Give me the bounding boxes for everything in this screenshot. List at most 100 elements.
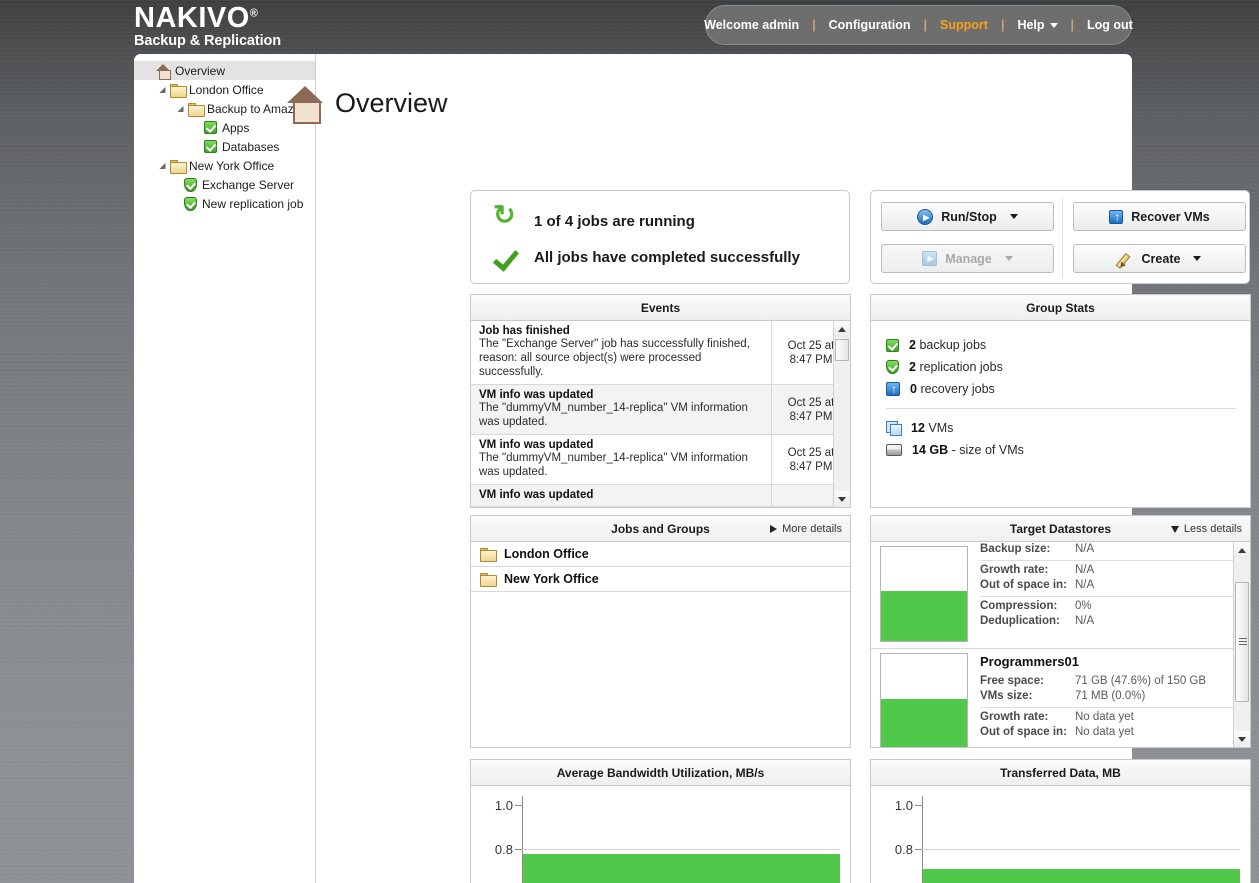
folder-icon [480, 573, 497, 587]
action-button-panel: Run/Stop Manage Recover VMs Create [870, 190, 1250, 284]
datastore-field: Out of space in: No data yet [980, 725, 1242, 740]
nav-log-out[interactable]: Log out [1074, 18, 1146, 32]
list-item[interactable]: Free space: 15 GB (46.8%) of 32 GB Backu… [871, 542, 1250, 649]
y-tick-label: 0.8 [494, 842, 513, 857]
jobs-and-groups-list: London Office New York Office [471, 542, 850, 747]
event-description: The "dummyVM_number_14-replica" VM infor… [479, 402, 748, 428]
datastore-field: Growth rate: N/A [980, 563, 1242, 578]
list-item[interactable]: New York Office [471, 567, 850, 592]
bar-series-transferred [923, 869, 1240, 883]
scroll-down-arrow-icon[interactable] [1234, 731, 1250, 747]
field-value: N/A [1075, 543, 1095, 555]
sidebar-item-label: London Office [189, 82, 264, 97]
event-title: Job has finished [479, 325, 570, 337]
folder-icon [187, 102, 205, 117]
logo-brand: NAKIVO® [134, 2, 259, 34]
table-row[interactable]: VM info was updated The "dummyVM_number_… [471, 385, 850, 435]
event-body: VM info was updated The "dummyVM_number_… [471, 385, 772, 434]
event-body: Job has finished The "Exchange Server" j… [471, 321, 772, 384]
triangle-right-icon [770, 525, 778, 533]
scroll-up-arrow-icon[interactable] [834, 321, 850, 337]
list-item[interactable]: London Office [471, 542, 850, 567]
tree-twisty-expanded-icon[interactable]: ◢ [156, 161, 169, 170]
datastore-info: Free space: 15 GB (46.8%) of 32 GB Backu… [980, 542, 1242, 642]
folder-icon [169, 159, 187, 174]
sidebar-item-exchange-server[interactable]: Exchange Server [134, 175, 315, 194]
bandwidth-chart-title: Average Bandwidth Utilization, MB/s [471, 760, 850, 786]
nav-help[interactable]: Help [1004, 18, 1070, 32]
recover-vms-label: Recover VMs [1131, 209, 1210, 224]
sidebar-item-overview[interactable]: Overview [134, 61, 315, 80]
field-key: Deduplication: [980, 615, 1060, 627]
sidebar-item-new-replication-job[interactable]: New replication job [134, 194, 315, 213]
scrollbar-grip [1239, 638, 1247, 646]
datastore-usage-gauge [880, 653, 968, 747]
app-window: Overview ◢ London Office ◢ Backup to Ama… [134, 54, 1251, 883]
target-datastores-title-text: Target Datastores [1009, 521, 1112, 536]
more-details-label: More details [782, 523, 842, 535]
nav-support[interactable]: Support [927, 18, 1001, 32]
sidebar-item-apps[interactable]: Apps [134, 118, 315, 137]
datastore-usage-fill [881, 699, 967, 747]
datastore-field: Growth rate: No data yet [980, 710, 1242, 725]
nav-configuration[interactable]: Configuration [816, 18, 924, 32]
table-row[interactable]: VM info was updated The "dummyVM_number_… [471, 435, 850, 485]
field-value: No data yet [1075, 726, 1134, 738]
tree-twisty-expanded-icon[interactable]: ◢ [156, 85, 169, 94]
less-details-toggle[interactable]: Less details [1170, 516, 1242, 542]
stat-label: backup jobs [919, 338, 987, 352]
stat-value: 2 [909, 360, 916, 374]
nav-welcome-admin[interactable]: Welcome admin [691, 18, 812, 32]
jobs-and-groups-title-text: Jobs and Groups [611, 521, 710, 536]
tree-twisty-expanded-icon[interactable]: ◢ [174, 104, 187, 113]
event-title: VM info was updated [479, 389, 594, 401]
y-tick-mark [515, 849, 522, 850]
chevron-down-icon [1009, 214, 1018, 219]
app-header: NAKIVO® Backup & Replication Welcome adm… [0, 0, 1259, 50]
status-running-text: 1 of 4 jobs are running [534, 212, 695, 230]
bandwidth-chart-panel: Average Bandwidth Utilization, MB/s 1.0 … [470, 759, 851, 883]
jobs-and-groups-panel: Jobs and Groups More details London Offi… [470, 515, 851, 748]
y-tick-label: 1.0 [494, 798, 513, 813]
datastore-field: VMs size: 71 MB (0.0%) [980, 689, 1242, 704]
events-list[interactable]: Job has finished The "Exchange Server" j… [471, 321, 850, 507]
events-panel: Events Job has finished The "Exchange Se… [470, 294, 851, 508]
transferred-data-chart-panel: Transferred Data, MB 1.0 0.8 0.6 0.4 [870, 759, 1251, 883]
datastore-field-group: Compression: 0% Deduplication: N/A [980, 596, 1242, 632]
manage-button[interactable]: Manage [881, 244, 1054, 273]
create-button[interactable]: Create [1073, 244, 1246, 273]
scroll-up-arrow-icon[interactable] [1234, 542, 1250, 558]
page-title: Overview [287, 86, 448, 124]
stat-vms: 12 VMs [886, 417, 1250, 439]
run-stop-button[interactable]: Run/Stop [881, 202, 1054, 231]
events-scrollbar[interactable] [833, 321, 850, 507]
group-stats-panel-title: Group Stats [871, 295, 1250, 321]
sidebar-item-new-york-office[interactable]: ◢ New York Office [134, 156, 315, 175]
scrollbar-thumb[interactable] [1235, 582, 1249, 702]
event-body: VM info was updated [471, 485, 772, 506]
datastore-name: Programmers01 [980, 654, 1079, 669]
check-icon [202, 140, 219, 154]
shield-icon [886, 360, 899, 374]
table-row[interactable]: Job has finished The "Exchange Server" j… [471, 321, 850, 385]
sidebar-item-databases[interactable]: Databases [134, 137, 315, 156]
event-title: VM info was updated [479, 439, 594, 451]
folder-icon [169, 83, 187, 98]
field-key: Out of space in: [980, 579, 1067, 591]
datastore-field-group: Free space: 71 GB (47.6%) of 150 GB VMs … [980, 672, 1242, 707]
field-key: Free space: [980, 675, 1044, 687]
group-stats-title-text: Group Stats [1026, 300, 1095, 315]
y-tick-label: 0.8 [894, 842, 913, 857]
list-item[interactable]: Programmers01 Free space: 71 GB (47.6%) … [871, 649, 1250, 747]
stat-value: 2 [909, 338, 916, 352]
datastore-field: Compression: 0% [980, 599, 1242, 614]
stat-value: 12 [911, 421, 925, 435]
datastore-list[interactable]: Free space: 15 GB (46.8%) of 32 GB Backu… [871, 542, 1250, 747]
scrollbar-thumb[interactable] [835, 339, 849, 361]
scroll-down-arrow-icon[interactable] [834, 491, 850, 507]
more-details-toggle[interactable]: More details [770, 516, 842, 542]
recover-vms-button[interactable]: Recover VMs [1073, 202, 1246, 231]
table-row[interactable]: VM info was updated [471, 485, 850, 507]
datastores-scrollbar[interactable] [1233, 542, 1250, 747]
events-title-text: Events [640, 300, 681, 315]
